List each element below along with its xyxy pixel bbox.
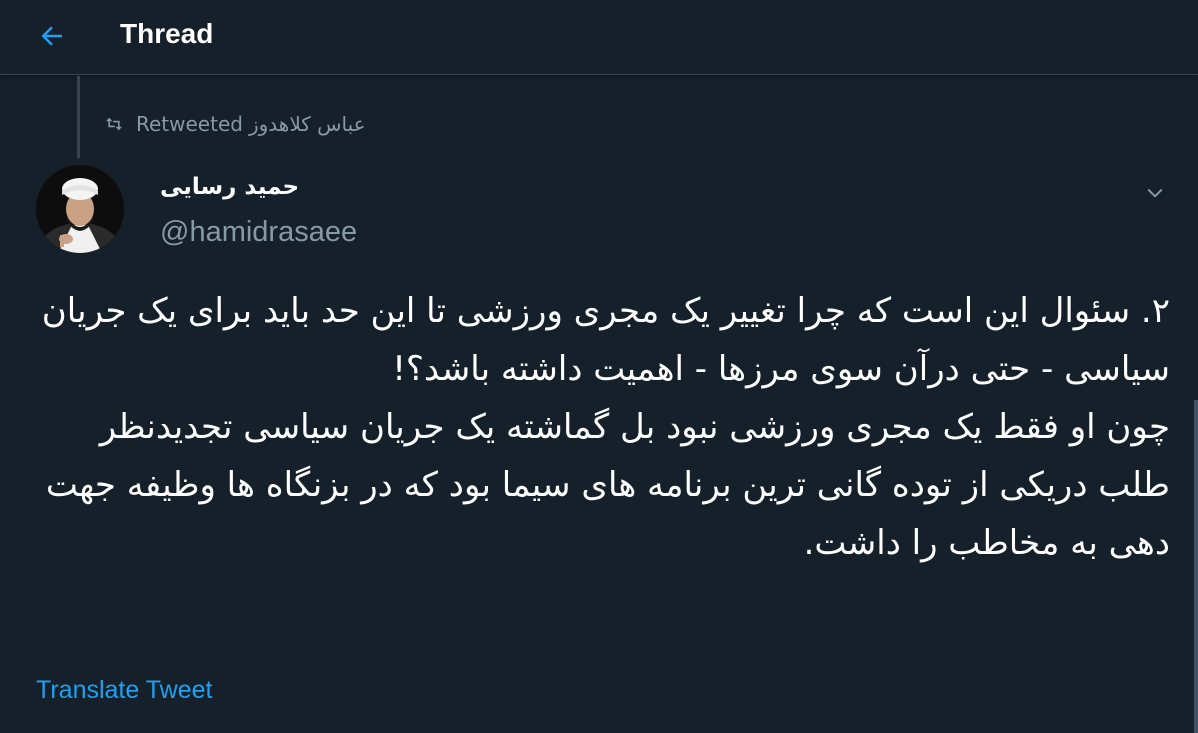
retweet-label: Retweeted xyxy=(136,112,243,136)
back-button[interactable] xyxy=(30,14,74,58)
tweet-body: ۲. سئوال این است که چرا تغییر یک مجری ور… xyxy=(32,282,1170,572)
page-title: Thread xyxy=(120,18,214,49)
thread-connector-line xyxy=(77,76,80,158)
author-display-name[interactable]: حمید رسایی xyxy=(160,170,299,204)
tweet-paragraph: چون او فقط یک مجری ورزشی نبود بل گماشته … xyxy=(45,407,1170,563)
chevron-down-icon xyxy=(1147,189,1163,198)
retweeter-name[interactable]: عباس کلاهدوز xyxy=(249,112,366,136)
author-username[interactable]: @hamidrasaee xyxy=(160,213,357,251)
tweet-menu-button[interactable] xyxy=(1140,178,1170,208)
retweet-context[interactable]: Retweeted عباس کلاهدوز xyxy=(104,108,366,140)
arrow-left-icon xyxy=(41,26,62,46)
avatar[interactable] xyxy=(36,165,124,253)
retweet-icon xyxy=(104,116,124,132)
scrollbar-thumb[interactable] xyxy=(1194,400,1198,733)
top-bar: Thread xyxy=(0,0,1198,75)
tweet-paragraph: ۲. سئوال این است که چرا تغییر یک مجری ور… xyxy=(41,291,1170,389)
translate-tweet-link[interactable]: Translate Tweet xyxy=(36,674,212,706)
